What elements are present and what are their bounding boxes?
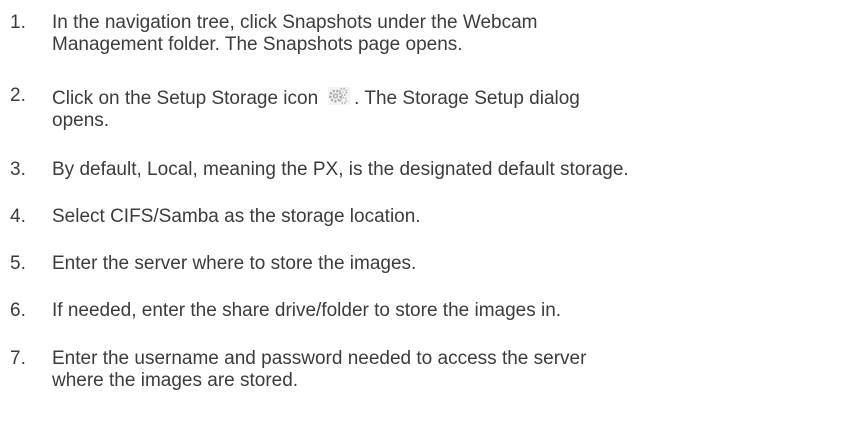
step-text-line: Management folder. The Snapshots page op… <box>52 34 463 55</box>
step-text: Enter the server where to store the imag… <box>52 253 864 275</box>
step-number: 2. <box>10 85 26 106</box>
step-text: If needed, enter the share drive/folder … <box>52 300 864 322</box>
step-number: 3. <box>10 159 26 180</box>
step-text-line: By default, Local, meaning the PX, is th… <box>52 159 629 180</box>
setup-storage-gear-icon <box>326 85 352 107</box>
step-text-line: Click on the Setup Storage icon . The St… <box>52 85 864 110</box>
step-text: By default, Local, meaning the PX, is th… <box>52 159 864 181</box>
step-text-line: In the navigation tree, click Snapshots … <box>52 12 538 33</box>
step-text: In the navigation tree, click Snapshots … <box>52 12 864 56</box>
step-number: 5. <box>10 253 26 274</box>
step-text-line: Select CIFS/Samba as the storage locatio… <box>52 206 421 227</box>
step-text-line: where the images are stored. <box>52 370 299 391</box>
step-number: 4. <box>10 206 26 227</box>
step-text-before-icon: Click on the Setup Storage icon <box>52 88 319 109</box>
step-text-line: If needed, enter the share drive/folder … <box>52 300 562 321</box>
step-text-line: Enter the server where to store the imag… <box>52 253 417 274</box>
step-text-line: opens. <box>52 110 110 131</box>
step-number: 1. <box>10 12 26 33</box>
step-text-line: Enter the username and password needed t… <box>52 348 587 369</box>
step-text: Click on the Setup Storage icon . The St… <box>52 85 864 132</box>
step-text-after-icon: . The Storage Setup dialog <box>354 88 580 109</box>
step-text: Select CIFS/Samba as the storage locatio… <box>52 206 864 228</box>
step-number: 6. <box>10 300 26 321</box>
step-text: Enter the username and password needed t… <box>52 348 864 392</box>
step-number: 7. <box>10 348 26 369</box>
